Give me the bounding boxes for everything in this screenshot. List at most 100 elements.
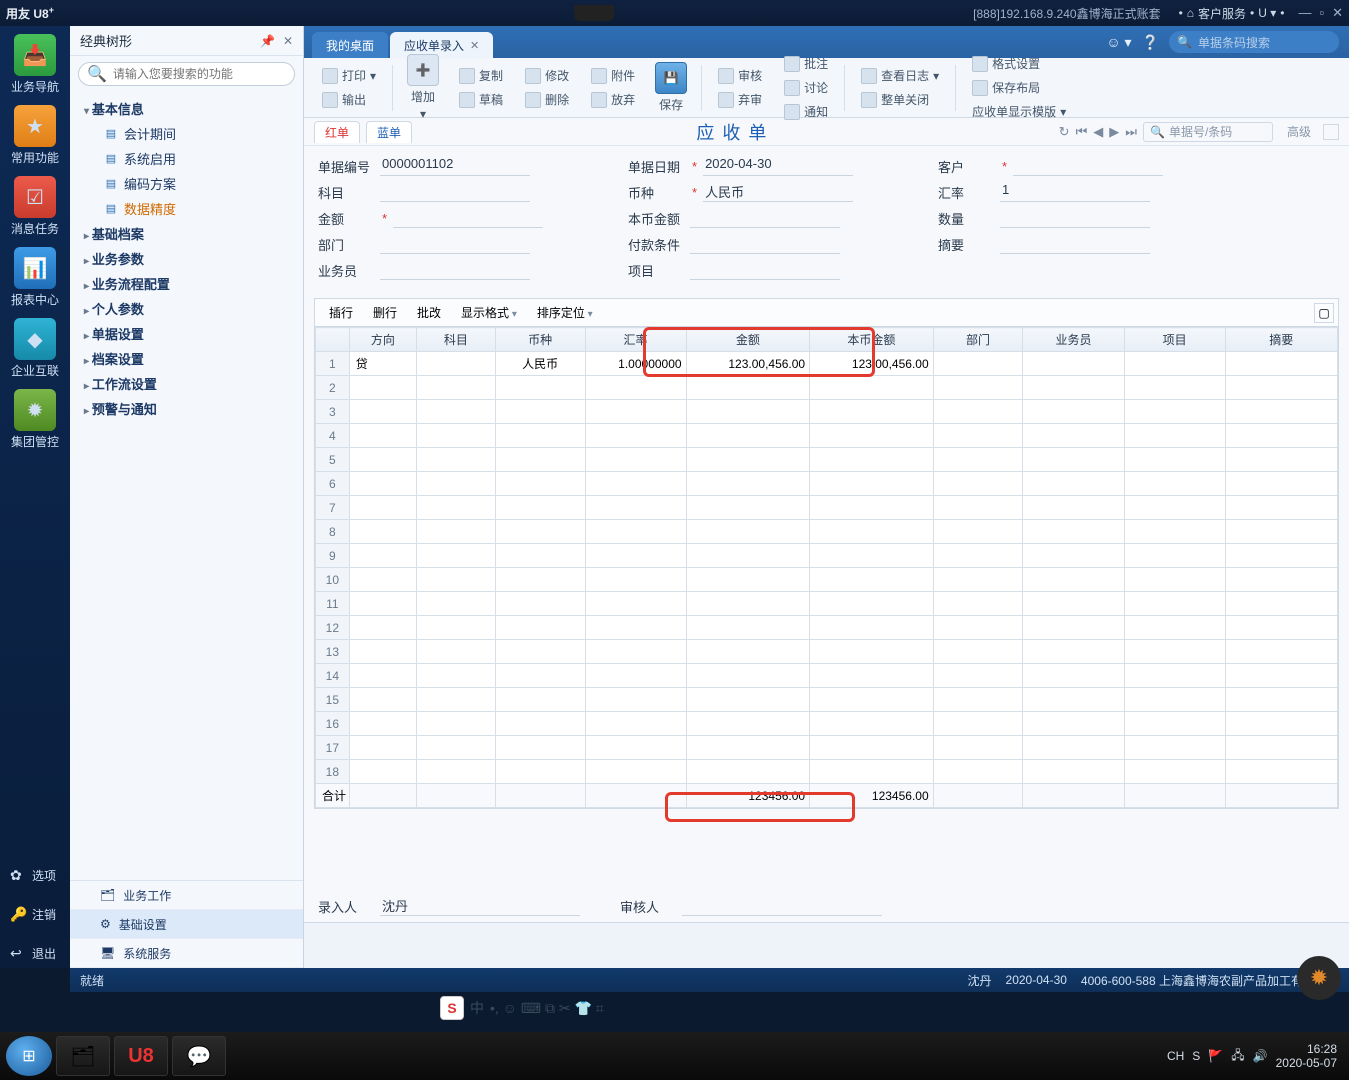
tree-group-archive[interactable]: 基础档案: [70, 221, 303, 246]
taskbar-wechat[interactable]: 💬: [172, 1036, 226, 1076]
qty-field[interactable]: [1000, 208, 1150, 228]
tree-group-basic-info[interactable]: 基本信息: [70, 96, 303, 121]
tray-sogou-icon[interactable]: S: [1192, 1049, 1200, 1063]
draft-button[interactable]: 草稿: [455, 89, 507, 111]
tree-group-archive-set[interactable]: 档案设置: [70, 346, 303, 371]
rail-options[interactable]: ✿选项: [0, 861, 70, 890]
service-menu[interactable]: • ⌂ 客户服务 • U ▾ •: [1179, 5, 1285, 22]
rail-enterprise[interactable]: ◆企业互联: [5, 318, 65, 379]
save-button[interactable]: 💾保存: [647, 60, 695, 115]
delete-button[interactable]: 删除: [521, 89, 573, 111]
table-row[interactable]: 17: [316, 736, 1338, 760]
table-row[interactable]: 8: [316, 520, 1338, 544]
docno-field[interactable]: 0000001102: [380, 156, 530, 176]
unaudit-button[interactable]: 弃审: [714, 89, 766, 111]
discuss-button[interactable]: 讨论: [780, 77, 832, 99]
log-button[interactable]: 查看日志 ▾: [857, 65, 943, 87]
ime-lang[interactable]: 中: [470, 998, 484, 1018]
tray-flag-icon[interactable]: 🚩: [1208, 1049, 1223, 1063]
digest-field[interactable]: [1000, 234, 1150, 254]
rail-group[interactable]: ✹集团管控: [5, 389, 65, 450]
customer-field[interactable]: [1013, 156, 1163, 176]
expand-icon[interactable]: [1323, 124, 1339, 140]
tree-group-flow[interactable]: 业务流程配置: [70, 271, 303, 296]
last-icon[interactable]: ⏭: [1125, 124, 1137, 140]
col-currency[interactable]: 币种: [495, 328, 585, 352]
close-sidebar-icon[interactable]: ✕: [283, 34, 293, 48]
tree-leaf-period[interactable]: ▤会计期间: [70, 121, 303, 146]
tree-group-workflow[interactable]: 工作流设置: [70, 371, 303, 396]
table-row[interactable]: 10: [316, 568, 1338, 592]
restore-icon[interactable]: ▫: [1319, 5, 1324, 21]
table-row[interactable]: 3: [316, 400, 1338, 424]
global-search[interactable]: 🔍 单据条码搜索: [1169, 31, 1339, 53]
assist-button[interactable]: ✹: [1297, 956, 1341, 1000]
red-doc-tab[interactable]: 红单: [314, 121, 360, 143]
table-row[interactable]: 12: [316, 616, 1338, 640]
rate-field[interactable]: 1: [1000, 182, 1150, 202]
tree-group-personal[interactable]: 个人参数: [70, 296, 303, 321]
sb-foot-service[interactable]: 🖥系统服务: [70, 939, 303, 968]
table-row[interactable]: 16: [316, 712, 1338, 736]
table-row[interactable]: 9: [316, 544, 1338, 568]
table-row[interactable]: 11: [316, 592, 1338, 616]
tray-lang[interactable]: CH: [1167, 1049, 1184, 1063]
table-row[interactable]: 14: [316, 664, 1338, 688]
refresh-icon[interactable]: ↻: [1059, 124, 1070, 140]
sidebar-search-input[interactable]: [113, 67, 286, 81]
col-rate[interactable]: 汇率: [585, 328, 686, 352]
minimize-icon[interactable]: —: [1298, 5, 1311, 21]
col-sales[interactable]: 业务员: [1023, 328, 1124, 352]
help-icon[interactable]: ❔: [1142, 34, 1159, 51]
sogou-icon[interactable]: S: [440, 996, 464, 1020]
col-amount[interactable]: 金额: [686, 328, 810, 352]
subject-field[interactable]: [380, 182, 530, 202]
delete-row-button[interactable]: 删行: [365, 302, 405, 323]
format-button[interactable]: 格式设置: [968, 53, 1070, 75]
service-u[interactable]: U ▾: [1258, 6, 1276, 20]
tab-close-icon[interactable]: ✕: [470, 39, 479, 52]
rail-fav[interactable]: ★常用功能: [5, 105, 65, 166]
rail-logout[interactable]: 🔑注销: [0, 900, 70, 929]
table-row[interactable]: 1贷人民币1.00000000123.00,456.00123.00,456.0…: [316, 352, 1338, 376]
col-dept[interactable]: 部门: [933, 328, 1023, 352]
project-field[interactable]: [690, 260, 840, 280]
modify-button[interactable]: 修改: [521, 65, 573, 87]
col-local-amount[interactable]: 本币金额: [810, 328, 934, 352]
export-button[interactable]: 输出: [318, 89, 380, 111]
tree-group-bizparam[interactable]: 业务参数: [70, 246, 303, 271]
ime-tools[interactable]: •, ☺ ⌨ ⧉ ✂ 👕 ⌗: [490, 1000, 604, 1017]
table-row[interactable]: 7: [316, 496, 1338, 520]
local-amount-field[interactable]: [690, 208, 840, 228]
table-row[interactable]: 18: [316, 760, 1338, 784]
ime-bar[interactable]: S 中 •, ☺ ⌨ ⧉ ✂ 👕 ⌗: [440, 994, 604, 1022]
taskbar-u8[interactable]: U8: [114, 1036, 168, 1076]
print-button[interactable]: 打印 ▾: [318, 65, 380, 87]
sb-foot-work[interactable]: 🗂业务工作: [70, 881, 303, 910]
table-row[interactable]: 4: [316, 424, 1338, 448]
copy-button[interactable]: 复制: [455, 65, 507, 87]
locate-input[interactable]: 🔍单据号/条码: [1143, 122, 1273, 142]
tree-leaf-precision[interactable]: ▤数据精度: [70, 196, 303, 221]
blue-doc-tab[interactable]: 蓝单: [366, 121, 412, 143]
add-button[interactable]: ➕增加 ▾: [399, 52, 447, 123]
approve-button[interactable]: 批注: [780, 53, 832, 75]
table-row[interactable]: 13: [316, 640, 1338, 664]
tree-leaf-code-scheme[interactable]: ▤编码方案: [70, 171, 303, 196]
system-tray[interactable]: CH S 🚩 🖧 🔊 16:282020-05-07: [1167, 1042, 1343, 1070]
close-doc-button[interactable]: 整单关闭: [857, 89, 943, 111]
insert-row-button[interactable]: 插行: [321, 302, 361, 323]
col-direction[interactable]: 方向: [349, 328, 416, 352]
col-project[interactable]: 项目: [1124, 328, 1225, 352]
amount-field[interactable]: [393, 208, 543, 228]
rail-exit[interactable]: ↩退出: [0, 939, 70, 968]
pin-icon[interactable]: 📌: [260, 34, 275, 48]
rail-report[interactable]: 📊报表中心: [5, 247, 65, 308]
payterm-field[interactable]: [690, 234, 840, 254]
currency-field[interactable]: 人民币: [703, 182, 853, 202]
table-row[interactable]: 6: [316, 472, 1338, 496]
first-icon[interactable]: ⏮: [1076, 124, 1088, 140]
abandon-button[interactable]: 放弃: [587, 89, 639, 111]
grid-expand-icon[interactable]: ▢: [1314, 303, 1334, 323]
close-icon[interactable]: ✕: [1332, 5, 1343, 21]
